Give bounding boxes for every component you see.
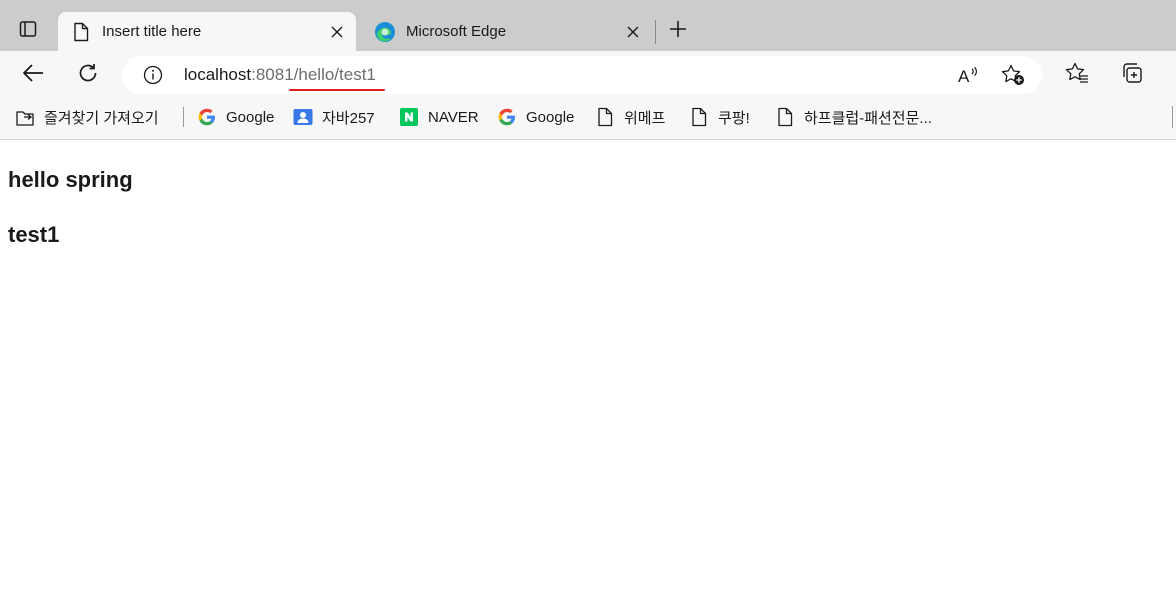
tab-microsoft-edge[interactable]: Microsoft Edge [362, 12, 652, 51]
plus-icon [669, 20, 687, 43]
favorites-bar: 즐겨찾기 가져오기 Google 자바257 NAVER Google 위메프 … [0, 99, 1176, 140]
edge-logo-icon [374, 21, 396, 43]
refresh-button[interactable] [74, 61, 102, 89]
info-icon[interactable] [142, 64, 164, 86]
tab-title: Microsoft Edge [406, 23, 507, 40]
bookmark-label: Google [526, 108, 575, 126]
bookmark-label: 자바257 [322, 109, 375, 127]
bookmark-java257[interactable]: 자바257 [293, 107, 375, 127]
tab-insert-title[interactable]: Insert title here [58, 12, 356, 51]
favorites-list-icon [1065, 62, 1089, 89]
url-path: /hello/test1 [293, 65, 376, 84]
page-icon [689, 107, 709, 127]
close-tab-icon[interactable] [622, 21, 644, 43]
read-aloud-icon[interactable]: A [956, 64, 980, 86]
tab-actions-icon [19, 20, 37, 43]
navigation-toolbar: localhost:8081/hello/test1 A [0, 51, 1176, 99]
naver-icon [399, 107, 419, 127]
bookmark-import-favorites[interactable]: 즐겨찾기 가져오기 [15, 107, 159, 127]
bookmark-wemakeprice[interactable]: 위메프 [595, 107, 665, 127]
bookmark-label: 즐겨찾기 가져오기 [44, 109, 159, 127]
contact-card-icon [293, 107, 313, 127]
collections-icon [1121, 62, 1143, 89]
google-icon [497, 107, 517, 127]
bookmark-label: 쿠팡! [718, 109, 750, 127]
favorites-bar-divider [183, 107, 184, 127]
bookmark-coupang[interactable]: 쿠팡! [689, 107, 750, 127]
back-arrow-icon [22, 63, 44, 88]
url-host: localhost [184, 65, 252, 84]
svg-text:A: A [958, 67, 970, 85]
collections-button[interactable] [1118, 61, 1146, 89]
url-port: :8081 [251, 65, 294, 84]
add-favorite-icon[interactable] [1001, 64, 1025, 86]
bookmark-label: Google [226, 108, 275, 126]
favorites-button[interactable] [1063, 61, 1091, 89]
page-icon [70, 21, 92, 43]
address-bar[interactable]: localhost:8081/hello/test1 A [122, 56, 1042, 94]
bookmark-halfclub[interactable]: 하프클럽-패션전문... [775, 107, 932, 127]
close-tab-icon[interactable] [326, 21, 348, 43]
tab-actions-button[interactable] [12, 17, 44, 45]
import-favorites-icon [15, 107, 35, 127]
heading-hello-spring: hello spring [8, 167, 133, 192]
google-icon [197, 107, 217, 127]
bookmark-label: 하프클럽-패션전문... [804, 109, 932, 127]
bookmark-label: 위메프 [624, 109, 666, 127]
annotation-underline [289, 89, 385, 91]
tab-separator [655, 20, 656, 44]
bookmark-google-2[interactable]: Google [497, 107, 574, 127]
tab-strip: Insert title here Microsoft Edge [0, 0, 1176, 51]
new-tab-button[interactable] [664, 17, 692, 45]
bookmark-google-1[interactable]: Google [197, 107, 274, 127]
tab-title: Insert title here [102, 23, 202, 40]
refresh-icon [77, 62, 99, 89]
url-text[interactable]: localhost:8081/hello/test1 [184, 65, 376, 85]
page-icon [775, 107, 795, 127]
heading-test1: test1 [8, 222, 60, 247]
favorites-bar-divider [1172, 106, 1173, 128]
bookmark-naver[interactable]: NAVER [399, 107, 479, 127]
bookmark-label: NAVER [428, 108, 479, 126]
page-icon [595, 107, 615, 127]
back-button[interactable] [19, 61, 47, 89]
